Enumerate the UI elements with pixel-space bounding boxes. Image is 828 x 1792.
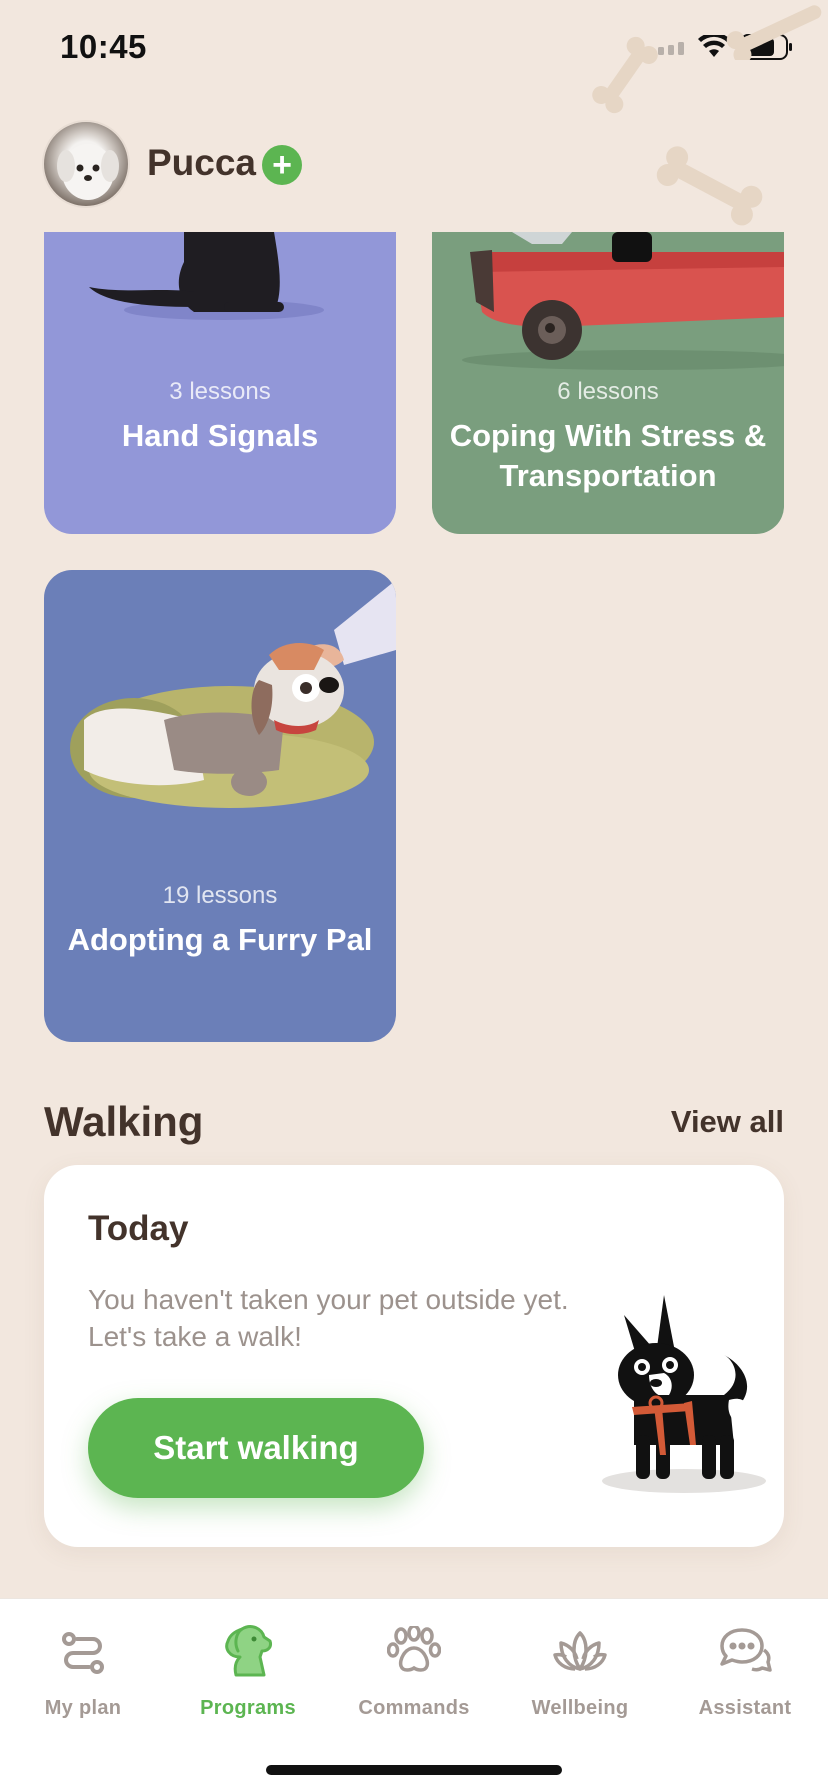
pet-name[interactable]: Pucca [147, 142, 256, 184]
tab-commands[interactable]: Commands [339, 1619, 489, 1720]
dog-illustration [89, 232, 324, 320]
tab-wellbeing[interactable]: Wellbeing [505, 1619, 655, 1720]
tab-assistant[interactable]: Assistant [670, 1619, 820, 1720]
program-lessons-count: 3 lessons [169, 378, 271, 405]
dog-photo [57, 144, 119, 200]
home-indicator [266, 1765, 562, 1775]
tab-programs[interactable]: Programs [173, 1619, 323, 1720]
view-all-button[interactable]: View all [671, 1104, 784, 1140]
pet-avatar[interactable] [42, 120, 130, 208]
black-dog-illustration [602, 1295, 766, 1493]
tab-label: Assistant [698, 1697, 792, 1719]
chat-bubbles-icon [720, 1628, 772, 1672]
tab-label: Commands [358, 1697, 470, 1719]
car-illustration [462, 232, 784, 370]
program-title: Hand Signals [121, 418, 319, 453]
walk-card-title: Today [88, 1209, 189, 1248]
program-lessons-count: 19 lessons [162, 882, 278, 909]
tab-label: Programs [200, 1697, 296, 1719]
program-card-hand-signals[interactable]: 3 lessons Hand Signals [44, 232, 396, 534]
program-card-adopting-furry-pal[interactable]: 19 lessons Adopting a Furry Pal [44, 570, 396, 1042]
route-icon [62, 1632, 104, 1674]
bone-decoration-icon [592, 36, 658, 114]
program-title: Coping With Stress & Transportation [449, 418, 767, 493]
tab-bar: My plan Programs Commands Wellbeing Assi… [0, 1598, 828, 1792]
bone-decoration-icon [656, 146, 763, 226]
walking-today-card: Today You haven't taken your pet outside… [44, 1165, 784, 1547]
bone-decoration-icon [726, 5, 822, 60]
status-time: 10:45 [60, 28, 147, 65]
tab-my-plan[interactable]: My plan [8, 1619, 158, 1720]
program-card-coping-stress[interactable]: 6 lessons Coping With Stress & Transport… [432, 232, 784, 534]
tab-label: My plan [44, 1697, 122, 1719]
dog-head-icon [225, 1625, 272, 1677]
program-title: Adopting a Furry Pal [67, 922, 373, 957]
puppy-bed-illustration [70, 580, 396, 808]
paw-icon [387, 1626, 441, 1672]
walking-section-title: Walking [44, 1098, 204, 1145]
program-lessons-count: 6 lessons [557, 378, 659, 405]
add-pet-button[interactable]: + [262, 145, 302, 185]
walk-card-message: You haven't taken your pet outside yet. … [88, 1284, 569, 1352]
tab-label: Wellbeing [531, 1697, 629, 1719]
start-walking-button[interactable]: Start walking [88, 1398, 424, 1498]
lotus-icon [553, 1631, 607, 1671]
